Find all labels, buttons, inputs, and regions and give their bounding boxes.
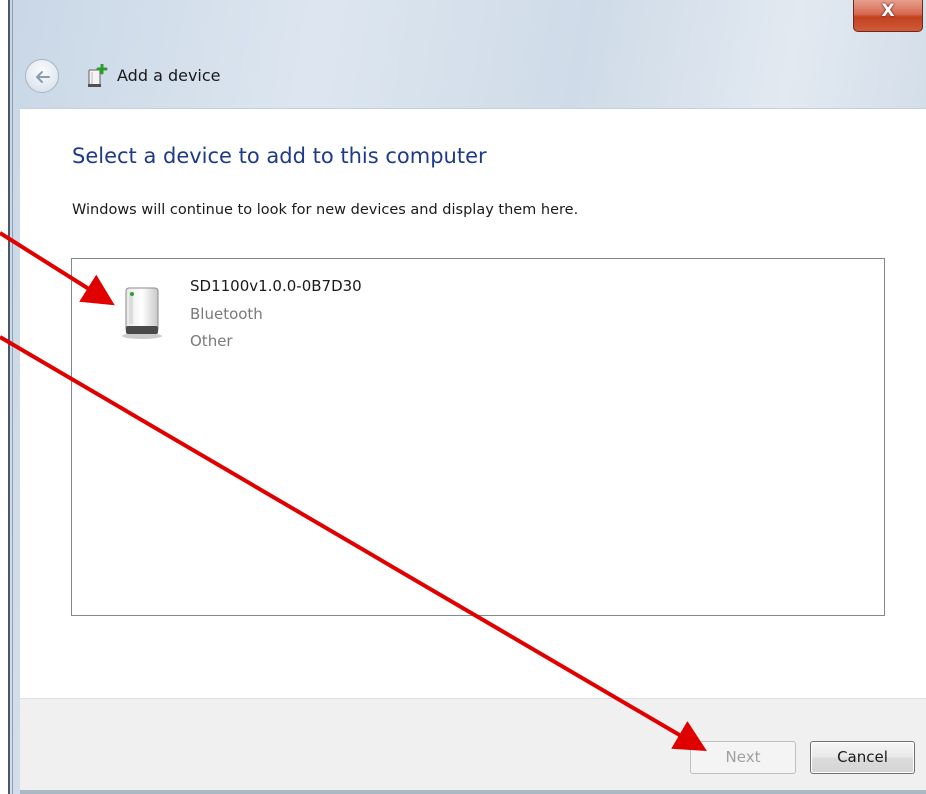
back-arrow-icon — [36, 71, 50, 83]
window-edge — [12, 0, 13, 794]
close-icon: X — [881, 1, 895, 21]
back-button[interactable] — [25, 59, 59, 93]
device-list[interactable]: SD1100v1.0.0-0B7D30 Bluetooth Other — [71, 258, 885, 616]
add-device-icon — [88, 64, 108, 87]
page-description: Windows will continue to look for new de… — [72, 202, 579, 218]
device-list-item[interactable]: SD1100v1.0.0-0B7D30 Bluetooth Other — [106, 274, 436, 354]
window-title: Add a device — [117, 66, 221, 85]
device-category: Other — [190, 332, 233, 350]
generic-device-icon — [122, 287, 162, 339]
device-name: SD1100v1.0.0-0B7D30 — [190, 277, 362, 295]
screenshot-stage: X Add a device Select a device to add to… — [0, 0, 926, 794]
close-button[interactable]: X — [853, 0, 923, 32]
dialog-footer: Next Cancel — [20, 698, 926, 794]
page-heading: Select a device to add to this computer — [72, 144, 487, 168]
window-bottom-edge — [20, 790, 926, 794]
device-connection-type: Bluetooth — [190, 305, 263, 323]
cancel-button[interactable]: Cancel — [810, 741, 915, 774]
next-button[interactable]: Next — [690, 741, 796, 774]
content-area: Select a device to add to this computer … — [20, 108, 926, 698]
